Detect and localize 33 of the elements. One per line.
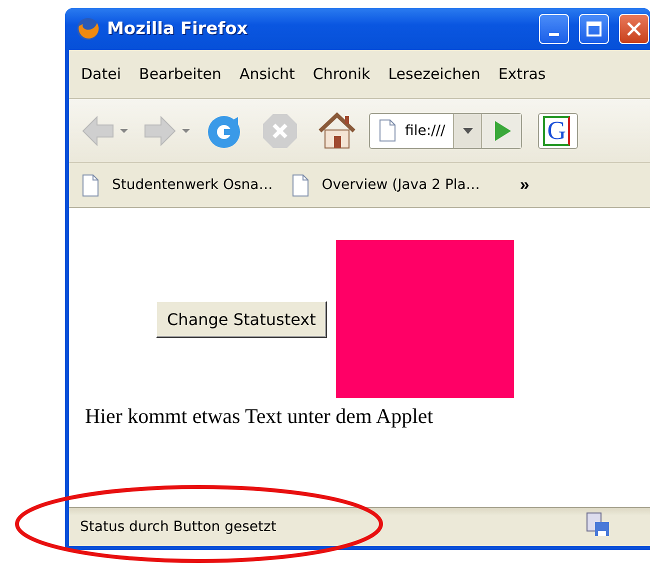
save-document-icon [585, 512, 611, 538]
play-icon [492, 120, 511, 142]
maximize-button[interactable] [579, 14, 609, 44]
page-icon [290, 174, 310, 196]
close-button[interactable] [619, 14, 649, 44]
close-icon [626, 21, 642, 37]
maximize-icon [586, 21, 602, 37]
minimize-icon [549, 32, 559, 36]
window-title: Mozilla Firefox [107, 19, 248, 39]
menu-item[interactable]: Extras [486, 65, 552, 83]
bookmark-item[interactable]: Overview (Java 2 Pla… [290, 174, 498, 196]
search-field[interactable]: G [538, 112, 578, 148]
minimize-button[interactable] [539, 14, 569, 44]
more-bookmarks-button[interactable]: » [520, 175, 530, 195]
address-bar[interactable]: file:/// [369, 112, 522, 148]
menu-item[interactable]: Datei [69, 65, 128, 83]
menu-item[interactable]: Bearbeiten [127, 65, 228, 83]
menu-item[interactable]: Lesezeichen [376, 65, 486, 83]
go-button[interactable] [481, 114, 522, 148]
home-button[interactable] [317, 112, 357, 150]
home-icon [317, 112, 357, 150]
change-status-button[interactable]: Change Statustext [156, 300, 327, 338]
page-icon [378, 119, 397, 142]
bookmark-item[interactable]: Studentenwerk Osna… [81, 174, 291, 196]
menu-item[interactable]: Chronik [300, 65, 376, 83]
body-text: Hier kommt etwas Text unter dem Applet [85, 404, 434, 429]
url-dropdown-button[interactable] [453, 114, 482, 148]
stop-icon [261, 112, 299, 150]
status-text: Status durch Button gesetzt [80, 519, 278, 535]
firefox-icon [75, 16, 101, 42]
page-icon [81, 174, 100, 196]
menu-item[interactable]: Ansicht [227, 65, 301, 83]
url-text: file:/// [405, 122, 446, 138]
